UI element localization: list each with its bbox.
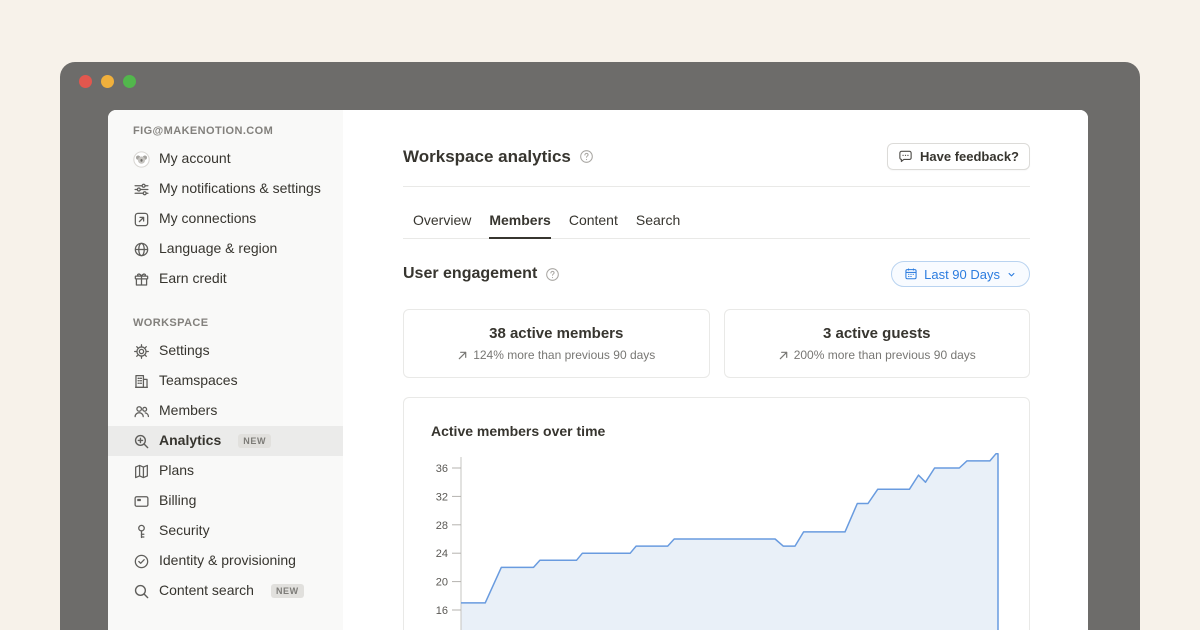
globe-icon [133,241,150,258]
close-button[interactable] [79,75,92,88]
sidebar-item-settings[interactable]: Settings [108,336,343,366]
page-title: Workspace analytics [403,147,571,167]
trend-up-icon [778,350,789,361]
active-members-chart: 16 20 24 28 32 36 [426,449,1005,630]
app-window: FIG@MAKENOTION.COM My account My notifica… [60,62,1140,630]
people-icon [133,403,150,420]
gear-icon [133,343,150,360]
have-feedback-label: Have feedback? [920,149,1019,164]
sidebar-item-label: My connections [159,209,256,229]
stat-card-3-active-guests: 3 active guests 200% more than previous 9… [724,309,1031,378]
tab-members[interactable]: Members [489,212,550,239]
card-icon [133,493,150,510]
arrow-box-icon [133,211,150,228]
sidebar-item-label: Language & region [159,239,277,259]
zoom-button[interactable] [123,75,136,88]
chart-title: Active members over time [426,423,1005,439]
date-range-button[interactable]: Last 90 Days [891,261,1030,287]
stat-delta: 124% more than previous 90 days [457,348,655,362]
sidebar-item-label: Security [159,521,210,541]
stat-value: 38 active members [489,325,623,342]
sidebar-item-label: Earn credit [159,269,227,289]
analytics-tabs: Overview Members Content Search [403,187,1030,239]
sidebar-item-members[interactable]: Members [108,396,343,426]
magnifier-icon [133,583,150,600]
minimize-button[interactable] [101,75,114,88]
svg-text:16: 16 [436,605,448,617]
svg-text:28: 28 [436,520,448,532]
sidebar-item-label: Plans [159,461,194,481]
chevron-down-icon [1006,269,1017,280]
sliders-icon [133,181,150,198]
svg-text:24: 24 [436,548,448,560]
page-header: Workspace analytics Have feedback? [403,143,1030,170]
map-icon [133,463,150,480]
sidebar-item-label: My notifications & settings [159,179,321,199]
badge-check-icon [133,553,150,570]
sidebar-item-my-account[interactable]: My account [108,144,343,174]
key-icon [133,523,150,540]
sidebar-item-label: Settings [159,341,210,361]
sidebar-item-earn-credit[interactable]: Earn credit [108,264,343,294]
sidebar-item-identity-provisioning[interactable]: Identity & provisioning [108,546,343,576]
comment-icon [898,149,913,164]
new-badge: NEW [271,584,304,598]
sidebar-item-label: Teamspaces [159,371,238,391]
new-badge: NEW [238,434,271,448]
sidebar-item-language-region[interactable]: Language & region [108,234,343,264]
sidebar-item-label: Identity & provisioning [159,551,296,571]
sidebar-item-label: Members [159,401,217,421]
sidebar-item-teamspaces[interactable]: Teamspaces [108,366,343,396]
sidebar-item-plans[interactable]: Plans [108,456,343,486]
stat-card-38-active-members: 38 active members 124% more than previous… [403,309,710,378]
sidebar-item-label: Analytics [159,431,221,451]
stat-delta: 200% more than previous 90 days [778,348,976,362]
sidebar-item-billing[interactable]: Billing [108,486,343,516]
stat-cards: 38 active members 124% more than previous… [403,309,1030,378]
sidebar-item-content-search[interactable]: Content search NEW [108,576,343,606]
sidebar-item-security[interactable]: Security [108,516,343,546]
section-header: User engagement Last 90 Days [403,261,1030,287]
svg-text:36: 36 [436,463,448,475]
account-menu: My account My notifications & settings My … [108,144,343,294]
stat-delta-text: 124% more than previous 90 days [473,348,655,362]
have-feedback-button[interactable]: Have feedback? [887,143,1030,170]
calendar-icon [904,267,918,281]
settings-panel: FIG@MAKENOTION.COM My account My notifica… [108,110,1088,630]
help-icon[interactable] [545,267,560,282]
tab-content[interactable]: Content [569,212,618,238]
avatar-icon [133,151,150,168]
main-content: Workspace analytics Have feedback? Overv… [343,110,1088,630]
stat-value: 3 active guests [823,325,931,342]
trend-up-icon [457,350,468,361]
magnifier-plus-icon [133,433,150,450]
window-controls [79,75,136,88]
help-icon[interactable] [579,149,594,164]
building-icon [133,373,150,390]
sidebar-item-label: My account [159,149,231,169]
workspace-section-label: WORKSPACE [108,316,343,330]
workspace-menu: Settings Teamspaces Members Analytics NEW Pla… [108,336,343,606]
sidebar-item-my-notifications-settings[interactable]: My notifications & settings [108,174,343,204]
date-range-label: Last 90 Days [924,267,1000,282]
tab-search[interactable]: Search [636,212,680,238]
tab-overview[interactable]: Overview [413,212,471,238]
gift-icon [133,271,150,288]
account-email: FIG@MAKENOTION.COM [108,124,343,138]
stat-delta-text: 200% more than previous 90 days [794,348,976,362]
sidebar-item-label: Content search [159,581,254,601]
chart-card: Active members over time 16 20 24 28 32 36 [403,397,1030,630]
svg-text:32: 32 [436,491,448,503]
settings-sidebar: FIG@MAKENOTION.COM My account My notifica… [108,110,343,630]
section-title: User engagement [403,265,537,283]
svg-text:20: 20 [436,577,448,589]
sidebar-item-my-connections[interactable]: My connections [108,204,343,234]
sidebar-item-analytics[interactable]: Analytics NEW [108,426,343,456]
sidebar-item-label: Billing [159,491,196,511]
